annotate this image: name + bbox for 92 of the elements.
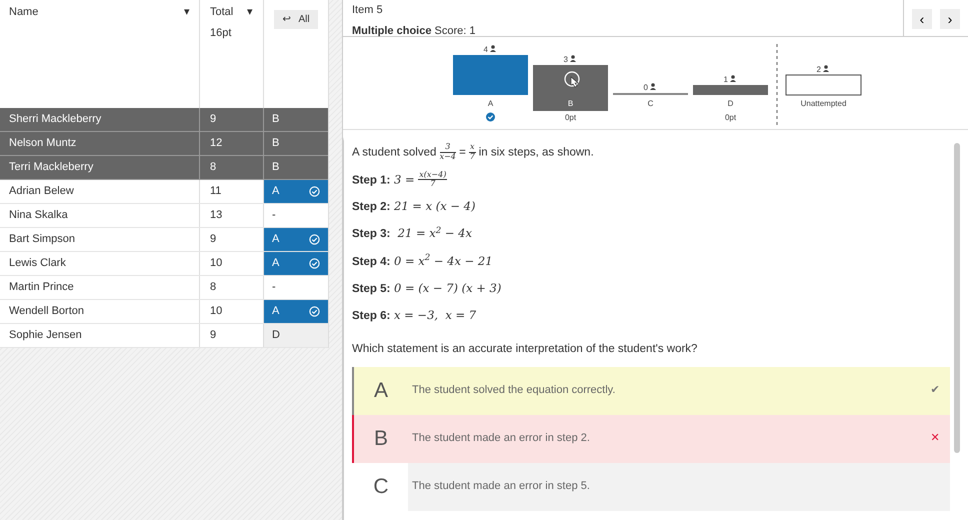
step-text: Step 3: 21 = x$^{2}$ − 4x [352, 225, 473, 242]
total-score: 8 [210, 160, 216, 176]
sort-icon[interactable]: ▾ [184, 4, 190, 20]
previous-button[interactable]: ‹ [912, 9, 932, 29]
bar[interactable] [533, 65, 608, 95]
step-text: Step 5: 0 = (x − 7) (x + 3) [352, 280, 502, 297]
person-icon [490, 45, 496, 52]
answer-cell: A [264, 300, 328, 323]
count-label: 1 [724, 75, 728, 84]
student-row[interactable]: Wendell Borton 10 A [0, 300, 328, 324]
total-score: 10 [210, 304, 222, 320]
student-row[interactable]: Bart Simpson 9 A [0, 228, 328, 252]
check-circle-icon [309, 186, 320, 197]
step-text: Step 2: 21 = x (x − 4) [352, 198, 476, 216]
check-circle-icon [309, 306, 320, 317]
answer-cell: A [264, 180, 328, 203]
answer-cell: A [264, 228, 328, 251]
category-label: D [728, 99, 734, 108]
student-name: Terri Mackleberry [9, 160, 94, 176]
points-label: 0pt [564, 113, 576, 122]
bar[interactable] [786, 74, 862, 96]
student-row[interactable]: Adrian Belew 11 A [0, 180, 328, 204]
student-name: Nelson Muntz [9, 136, 76, 152]
item-title: Item 5 [352, 3, 384, 18]
total-score: 13 [210, 208, 222, 224]
check-icon: ✔ [920, 382, 950, 399]
answer-choice[interactable]: C The student made an error in step 5. [352, 462, 950, 511]
step-text: Step 4: 0 = x$^{2}$ − 4x − 21 [352, 252, 494, 270]
fraction: 3 x−4 [440, 143, 456, 162]
answer-cell-text: - [271, 208, 277, 224]
person-icon [823, 65, 829, 72]
fraction: x(x−4) 7 [418, 170, 448, 190]
person-icon [730, 75, 736, 82]
person-icon [650, 83, 656, 90]
answer-cell: A [264, 252, 328, 275]
choice-letter: C [354, 462, 408, 511]
student-name: Martin Prince [9, 280, 74, 296]
total-score: 8 [210, 280, 216, 296]
answer-choice[interactable]: A The student solved the equation correctly. ✔ [352, 366, 950, 415]
item-type: Multiple choice Score: 1 [352, 24, 476, 38]
student-name: Lewis Clark [9, 256, 66, 272]
student-row[interactable]: Nelson Muntz 12 B [0, 132, 328, 156]
choice-text: The student solved the equation correctly. [411, 383, 616, 398]
category-label: A [488, 99, 494, 108]
choice-text: The student made an error in step 2. [411, 431, 591, 446]
category-label: C [648, 99, 654, 108]
check-circle-icon [486, 112, 495, 122]
fraction: x 7 [469, 143, 476, 162]
all-button[interactable]: ↩ All [274, 10, 318, 29]
student-name: Bart Simpson [9, 232, 76, 248]
points-label: 0pt [724, 113, 736, 122]
person-icon [570, 55, 576, 62]
step-text: Step 6: x = −3, x = 7 [352, 307, 478, 324]
total-score: 10 [210, 256, 222, 272]
column-header[interactable]: Total [210, 4, 234, 20]
check-circle-icon [309, 258, 320, 269]
check-circle-icon [309, 234, 320, 245]
student-name: Sherri Mackleberry [9, 112, 102, 128]
count-label: 4 [484, 45, 488, 54]
count-label: 3 [564, 55, 568, 64]
category-label: Unattempted [800, 99, 846, 108]
student-name: Wendell Borton [9, 304, 84, 320]
total-score: 11 [210, 184, 222, 200]
student-name: Adrian Belew [9, 184, 74, 200]
student-name: Sophie Jensen [9, 328, 82, 344]
column-header[interactable]: Name [9, 4, 38, 20]
pointer-cursor-icon [564, 71, 580, 88]
total-score: 9 [210, 112, 216, 128]
answer-cell-text: B [271, 136, 280, 152]
count-label: 2 [816, 65, 821, 74]
total-score: 9 [210, 328, 216, 344]
student-row[interactable]: Sophie Jensen 9 D [0, 324, 328, 348]
total-score: 12 [210, 136, 222, 152]
answer-cell: D [264, 324, 328, 347]
answer-choice[interactable]: B The student made an error in step 2. ✕ [352, 414, 950, 463]
student-row[interactable]: Sherri Mackleberry 9 B [0, 108, 328, 132]
category-label: B [568, 99, 574, 108]
question-prompt: Which statement is an accurate interpretation of the student's work? [352, 342, 698, 358]
count-label: 0 [644, 83, 648, 92]
student-row[interactable]: Lewis Clark 10 A [0, 252, 328, 276]
answer-cell-text: B [271, 160, 280, 176]
sort-icon[interactable]: ▾ [247, 4, 253, 20]
total-points: 16pt [210, 26, 232, 40]
total-score: 9 [210, 232, 216, 248]
choice-text: The student made an error in step 5. [411, 479, 591, 494]
next-button[interactable]: › [940, 9, 960, 29]
cross-icon: ✕ [920, 430, 950, 447]
answer-cell-text: B [271, 112, 280, 128]
student-row[interactable]: Terri Mackleberry 8 B [0, 156, 328, 180]
answer-cell-text: - [271, 280, 277, 296]
back-icon: ↩ [282, 14, 290, 25]
student-name: Nina Skalka [9, 208, 68, 224]
